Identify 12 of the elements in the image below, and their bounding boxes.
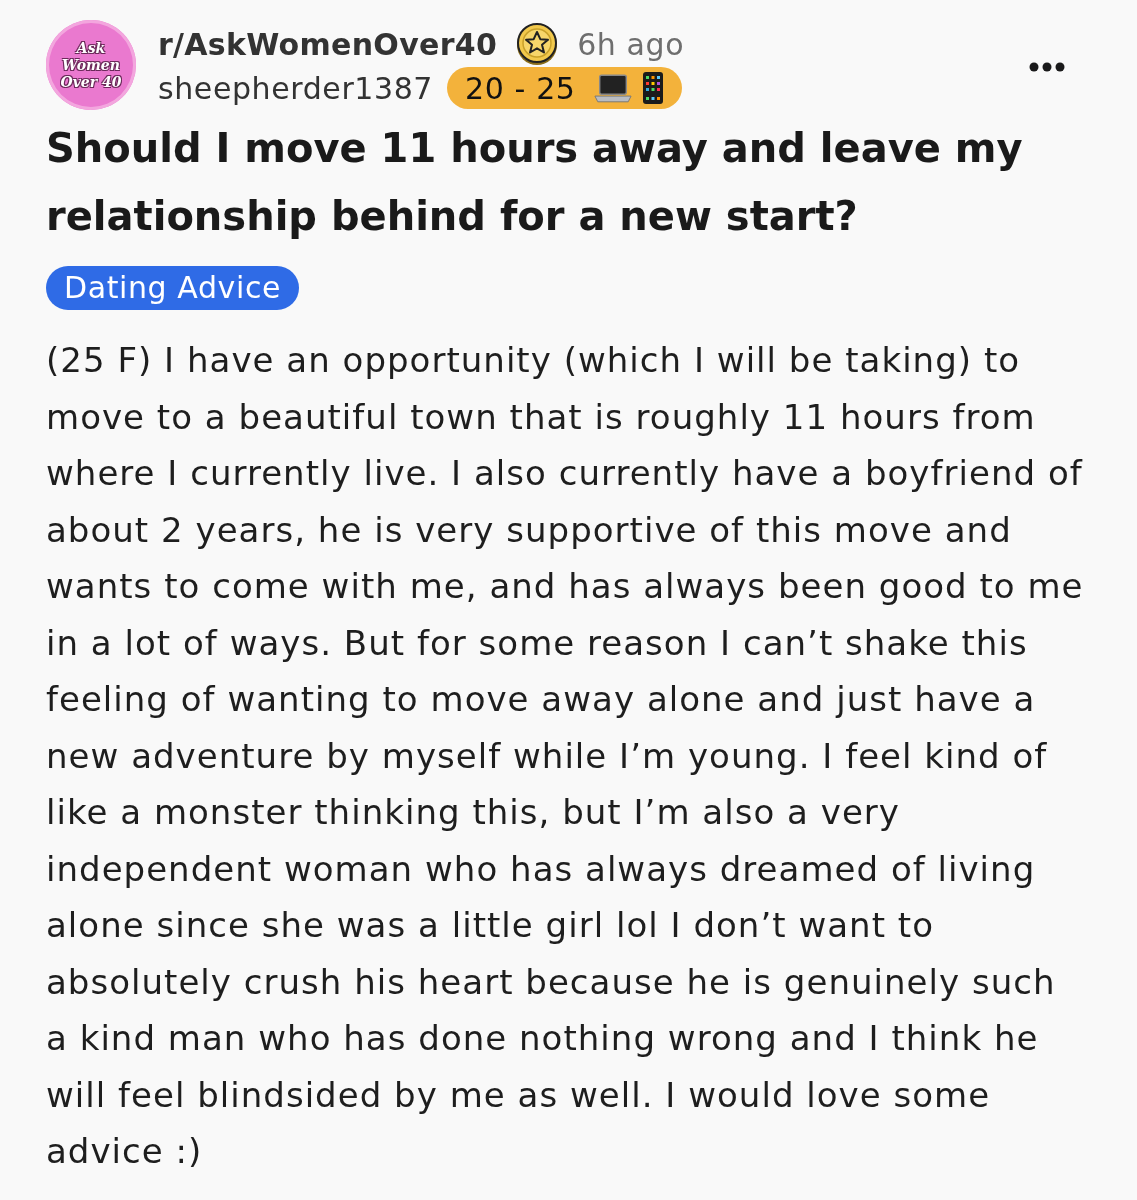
laptop-icon xyxy=(593,73,632,103)
post-body-text: (25 F) I have an opportunity (which I will be taking) to move to a beautiful town that is roughly 11 hours from where I currently live. I also currently have a boyfriend of about 2 years, he is very supportive of this move and wants to come with me, and has always been good to me in a lot of ways. But for some reason I can’t shake this feeling of wanting to move away alone and just have a new adventure by myself while I’m young. I feel kind of like a monster thinking this, but I’m also a very independent woman who has always dreamed of living alone since she was a little girl lol I don’t want to absolutely crush his heart because he is genuinely such a kind man who has done nothing wrong and I think he will feel blindsided by me as well. I would love some advice :) xyxy=(46,339,1085,1173)
phone-icon xyxy=(641,71,664,105)
post-title: Should I move 11 hours away and leave my relationship behind for a new start? xyxy=(46,124,1024,241)
more-options-icon xyxy=(1029,62,1065,72)
star-coin-icon xyxy=(515,22,560,66)
user-flair-text: 20 - 25 xyxy=(465,70,576,106)
post-flair-tag[interactable]: Dating Advice xyxy=(46,266,300,310)
username-link[interactable]: sheepherder1387 xyxy=(158,70,434,106)
logo-text: Ask Women Over 40 xyxy=(60,39,122,91)
post-time: 6h ago xyxy=(577,26,685,62)
community-name-link[interactable]: r/AskWomenOver40 xyxy=(158,26,498,62)
